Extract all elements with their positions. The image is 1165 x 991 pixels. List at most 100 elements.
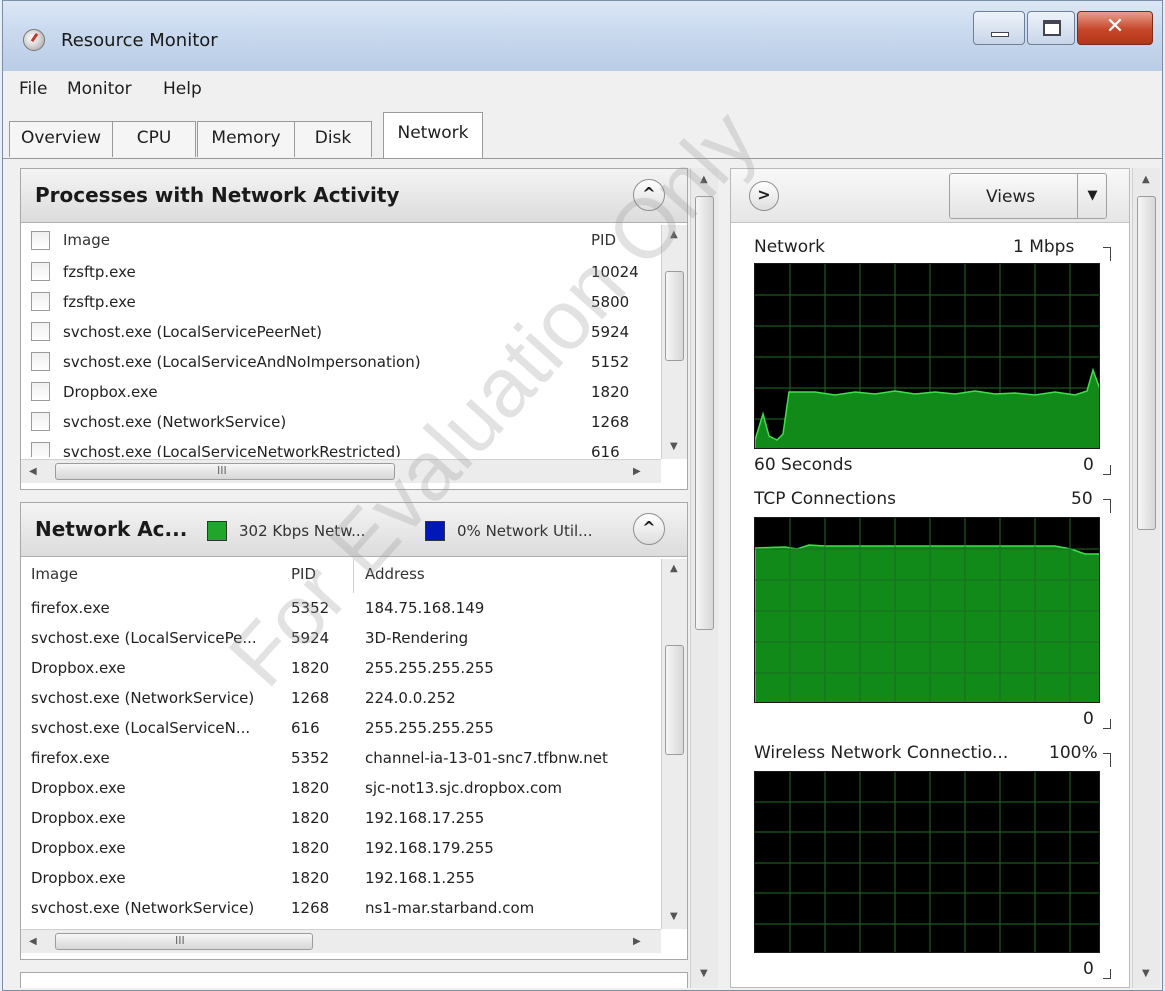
row-checkbox[interactable]	[31, 262, 50, 281]
next-section-header[interactable]	[20, 972, 688, 988]
scroll-down-arrow-icon[interactable]: ▼	[1142, 968, 1150, 979]
expand-graphs-button[interactable]: >	[749, 181, 779, 211]
tcp-graph-min: 0	[1083, 709, 1094, 729]
processes-horizontal-scrollbar[interactable]: ◀ III ▶	[21, 459, 661, 483]
tab-disk[interactable]: Disk	[294, 121, 372, 157]
scroll-up-arrow-icon[interactable]: ▲	[1142, 174, 1150, 185]
row-pid: 1820	[291, 809, 330, 827]
minimize-icon	[991, 32, 1009, 37]
row-image: svchost.exe (LocalServicePeerNet)	[63, 323, 322, 341]
menu-help[interactable]: Help	[163, 79, 202, 99]
column-header-image[interactable]: Image	[63, 231, 110, 249]
dropdown-arrow-icon[interactable]: ▼	[1077, 174, 1107, 218]
graph-scale-bracket	[1103, 247, 1111, 261]
maximize-button[interactable]	[1027, 11, 1075, 45]
row-image: firefox.exe	[31, 749, 110, 767]
window-title: Resource Monitor	[61, 30, 218, 51]
row-pid: 1268	[291, 689, 330, 707]
resource-monitor-app-icon	[23, 29, 45, 51]
row-checkbox[interactable]	[31, 382, 50, 401]
wireless-graph-canvas	[755, 772, 1099, 952]
menu-file[interactable]: File	[19, 79, 47, 99]
row-checkbox[interactable]	[31, 412, 50, 431]
network-activity-collapse-button[interactable]: ^	[633, 513, 665, 545]
tab-memory[interactable]: Memory	[197, 121, 295, 157]
row-pid: 616	[591, 443, 620, 457]
row-address: 192.168.179.255	[365, 839, 494, 857]
network-activity-vertical-scrollbar[interactable]: ▲ ▼	[661, 559, 687, 929]
column-header-pid[interactable]: PID	[591, 231, 616, 249]
row-checkbox[interactable]	[31, 352, 50, 371]
minimize-button[interactable]	[973, 11, 1025, 45]
select-all-checkbox[interactable]	[31, 231, 50, 250]
row-pid: 5800	[591, 293, 630, 311]
scroll-left-arrow-icon[interactable]: ◀	[29, 466, 37, 477]
graph-scale-bracket	[1103, 499, 1111, 513]
scroll-down-arrow-icon[interactable]: ▼	[700, 968, 708, 979]
wireless-connection-graph	[754, 771, 1100, 953]
views-button[interactable]: Views ▼	[949, 173, 1107, 219]
column-divider[interactable]	[353, 559, 354, 593]
row-image: Dropbox.exe	[31, 779, 126, 797]
graph-scale-bracket	[1103, 969, 1111, 979]
network-activity-header[interactable]: Network Ac... 302 Kbps Netw... 0% Networ…	[21, 503, 687, 557]
table-row[interactable]: svchost.exe (LocalServiceNetworkRestrict…	[21, 439, 661, 457]
row-checkbox[interactable]	[31, 322, 50, 341]
column-header-image[interactable]: Image	[31, 565, 78, 583]
left-pane-scroll-thumb[interactable]	[695, 196, 714, 630]
processes-collapse-button[interactable]: ^	[633, 179, 665, 211]
row-image: svchost.exe (NetworkService)	[31, 689, 255, 707]
row-address: 255.255.255.255	[365, 659, 494, 677]
graph-scale-bracket	[1103, 465, 1111, 475]
row-image: svchost.exe (NetworkService)	[31, 899, 255, 917]
maximize-icon	[1043, 20, 1061, 36]
row-checkbox[interactable]	[31, 292, 50, 311]
processes-scroll-thumb[interactable]	[665, 271, 684, 361]
row-image: fzsftp.exe	[63, 263, 136, 281]
row-checkbox[interactable]	[31, 442, 50, 457]
wireless-graph-min: 0	[1083, 959, 1094, 979]
scroll-up-arrow-icon[interactable]: ▲	[670, 229, 678, 240]
chevron-up-icon: ^	[642, 184, 656, 203]
network-graph-min: 0	[1083, 455, 1094, 475]
row-pid: 1820	[291, 659, 330, 677]
close-button[interactable]: ✕	[1077, 11, 1153, 45]
chevron-right-icon: >	[757, 185, 771, 204]
network-activity-title: Network Ac...	[35, 517, 188, 541]
column-header-address[interactable]: Address	[365, 565, 425, 583]
utilization-legend-text: 0% Network Util...	[457, 522, 593, 540]
row-pid: 5152	[591, 353, 630, 371]
row-pid: 1268	[591, 413, 630, 431]
network-legend-swatch	[207, 521, 227, 541]
tab-cpu[interactable]: CPU	[112, 121, 196, 157]
title-bar: Resource Monitor ✕	[3, 1, 1162, 71]
tcp-connections-graph	[754, 517, 1100, 703]
scroll-up-arrow-icon[interactable]: ▲	[670, 563, 678, 574]
tab-network[interactable]: Network	[383, 112, 483, 158]
scroll-right-arrow-icon[interactable]: ▶	[633, 936, 641, 947]
processes-header[interactable]: Processes with Network Activity ^	[21, 169, 687, 223]
scroll-down-arrow-icon[interactable]: ▼	[670, 441, 678, 452]
network-activity-scroll-thumb[interactable]	[665, 645, 684, 755]
row-pid: 1820	[291, 779, 330, 797]
menu-monitor[interactable]: Monitor	[67, 79, 132, 99]
row-address: sjc-not13.sjc.dropbox.com	[365, 779, 563, 797]
left-pane-scrollbar[interactable]: ▲ ▼	[690, 168, 718, 988]
scroll-up-arrow-icon[interactable]: ▲	[700, 174, 708, 185]
processes-vertical-scrollbar[interactable]: ▲ ▼	[661, 225, 687, 459]
tab-overview[interactable]: Overview	[9, 121, 113, 157]
row-address: ns1-mar.starband.com	[365, 899, 535, 917]
left-pane: Processes with Network Activity ^ Image …	[20, 168, 688, 988]
scroll-down-arrow-icon[interactable]: ▼	[670, 911, 678, 922]
network-activity-horizontal-scrollbar[interactable]: ◀ III ▶	[21, 929, 661, 953]
row-image: Dropbox.exe	[63, 383, 158, 401]
scroll-right-arrow-icon[interactable]: ▶	[633, 466, 641, 477]
column-header-pid[interactable]: PID	[291, 565, 316, 583]
graphs-pane-scrollbar[interactable]: ▲ ▼	[1132, 168, 1160, 988]
graphs-pane-scroll-thumb[interactable]	[1137, 196, 1156, 530]
graphs-toolbar: > Views ▼	[731, 169, 1129, 223]
network-graph	[754, 263, 1100, 449]
network-graph-max: 1 Mbps	[1013, 237, 1075, 257]
row-image: svchost.exe (LocalServiceN...	[31, 719, 251, 737]
scroll-left-arrow-icon[interactable]: ◀	[29, 936, 37, 947]
